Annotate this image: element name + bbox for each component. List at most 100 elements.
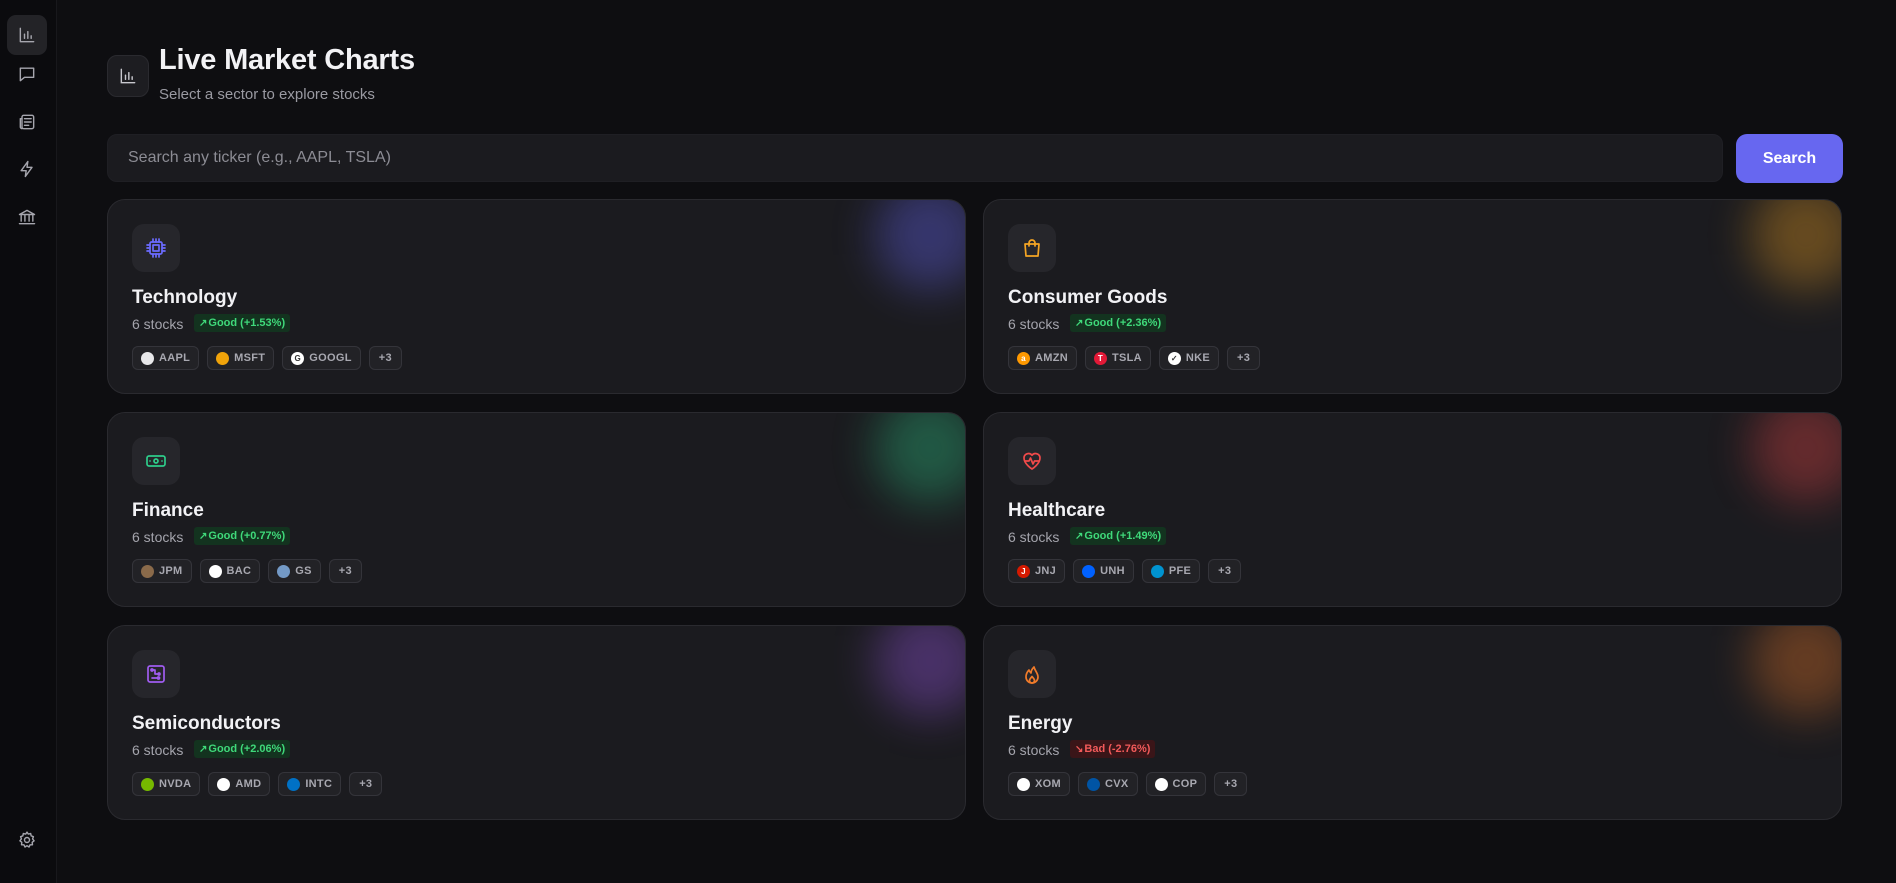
ticker-search-input[interactable] <box>107 134 1723 182</box>
nav-signals[interactable] <box>7 149 47 189</box>
stock-count: 6 stocks <box>1008 316 1060 332</box>
ticker-chip[interactable]: GS <box>268 559 321 583</box>
ticker-logo-icon <box>141 564 154 578</box>
ticker-chips: JPM BAC GS +3 <box>132 559 362 583</box>
status-text: Good (+2.36%) <box>1084 317 1162 329</box>
ticker-logo-icon <box>217 777 231 791</box>
sector-icon-box <box>1008 224 1056 272</box>
ticker-logo-icon <box>141 777 154 791</box>
status-text: Good (+2.06%) <box>208 743 286 755</box>
sector-icon-box <box>132 437 180 485</box>
nav-news[interactable] <box>7 102 47 142</box>
sector-card-semiconductors[interactable]: Semiconductors 6 stocks ↗Good (+2.06%) N… <box>107 625 966 820</box>
ticker-chip[interactable]: BAC <box>199 559 261 583</box>
more-tickers-chip[interactable]: +3 <box>368 346 402 370</box>
ticker-chip[interactable]: INTC <box>278 772 342 796</box>
page-subtitle: Select a sector to explore stocks <box>159 86 375 103</box>
bar-chart-icon <box>120 68 136 84</box>
ticker-chip[interactable]: PFE <box>1141 559 1201 583</box>
flame-icon <box>1025 666 1039 684</box>
ticker-symbol: AAPL <box>159 352 191 364</box>
sector-card-energy[interactable]: Energy 6 stocks ↘Bad (-2.76%) XOM CVX CO… <box>983 625 1842 820</box>
sector-icon-box <box>132 224 180 272</box>
sector-title: Semiconductors <box>132 713 281 734</box>
sector-card-technology[interactable]: Technology 6 stocks ↗Good (+1.53%) AAPL … <box>107 199 966 394</box>
more-tickers-chip[interactable]: +3 <box>349 772 383 796</box>
chat-icon <box>19 67 35 82</box>
sector-icon-box <box>1008 437 1056 485</box>
more-tickers-chip[interactable]: +3 <box>1208 559 1242 583</box>
ticker-chips: J JNJ UNH PFE +3 <box>1008 559 1242 583</box>
sector-card-consumer-goods[interactable]: Consumer Goods 6 stocks ↗Good (+2.36%) a… <box>983 199 1842 394</box>
ticker-chip[interactable]: UNH <box>1073 559 1134 583</box>
ticker-logo-icon: J <box>1017 564 1030 578</box>
ticker-logo-icon <box>141 351 154 365</box>
nav-banks[interactable] <box>7 197 47 237</box>
lightning-icon <box>20 160 33 178</box>
ticker-chip[interactable]: COP <box>1145 772 1207 796</box>
sector-title: Healthcare <box>1008 500 1106 521</box>
ticker-chip[interactable]: CVX <box>1077 772 1138 796</box>
trend-up-icon: ↗ <box>1075 531 1084 542</box>
nav-settings[interactable] <box>7 820 47 860</box>
status-badge: ↗Good (+1.49%) <box>1070 527 1167 545</box>
search-button[interactable]: Search <box>1736 134 1843 183</box>
gear-icon <box>19 831 35 848</box>
ticker-logo-icon <box>1082 564 1096 578</box>
sector-card-finance[interactable]: Finance 6 stocks ↗Good (+0.77%) JPM BAC … <box>107 412 966 607</box>
card-glow <box>1751 200 1841 290</box>
status-badge: ↗Good (+2.36%) <box>1070 314 1167 332</box>
ticker-symbol: UNH <box>1100 565 1125 577</box>
ticker-logo-icon: a <box>1017 351 1030 365</box>
card-glow <box>875 200 965 290</box>
ticker-symbol: JNJ <box>1035 565 1057 577</box>
ticker-logo-icon: T <box>1093 351 1107 365</box>
ticker-chip[interactable]: JPM <box>132 559 192 583</box>
bank-icon <box>18 209 36 225</box>
status-badge: ↗Good (+2.06%) <box>194 740 291 758</box>
ticker-chip[interactable]: ✓ NKE <box>1158 346 1220 370</box>
ticker-chip[interactable]: G GOOGL <box>282 346 361 370</box>
ticker-chip[interactable]: J JNJ <box>1008 559 1066 583</box>
trend-up-icon: ↗ <box>1075 318 1084 329</box>
ticker-symbol: NVDA <box>159 778 192 790</box>
ticker-chip[interactable]: AMD <box>208 772 271 796</box>
card-glow <box>875 413 965 503</box>
ticker-chip[interactable]: XOM <box>1008 772 1070 796</box>
banknote-icon <box>146 455 166 467</box>
status-text: Good (+0.77%) <box>208 530 286 542</box>
ticker-logo-icon <box>208 564 222 578</box>
card-glow <box>875 626 965 716</box>
ticker-symbol: JPM <box>159 565 183 577</box>
ticker-symbol: XOM <box>1035 778 1061 790</box>
nav-chat[interactable] <box>7 54 47 94</box>
ticker-logo-icon: ✓ <box>1167 351 1181 365</box>
page-title: Live Market Charts <box>159 44 415 76</box>
status-text: Good (+1.53%) <box>208 317 286 329</box>
cpu-chip-icon <box>146 238 166 258</box>
ticker-symbol: CVX <box>1104 778 1129 790</box>
more-tickers-chip[interactable]: +3 <box>1227 346 1261 370</box>
more-tickers-chip[interactable]: +3 <box>328 559 362 583</box>
nav-charts[interactable] <box>7 15 47 55</box>
ticker-symbol: GOOGL <box>309 352 352 364</box>
status-text: Bad (-2.76%) <box>1084 743 1151 755</box>
sector-card-healthcare[interactable]: Healthcare 6 stocks ↗Good (+1.49%) J JNJ… <box>983 412 1842 607</box>
ticker-symbol: GS <box>295 565 312 577</box>
ticker-chip[interactable]: NVDA <box>132 772 201 796</box>
ticker-symbol: NKE <box>1185 352 1211 364</box>
more-tickers-chip[interactable]: +3 <box>1214 772 1248 796</box>
ticker-logo-icon <box>1086 777 1100 791</box>
ticker-chip[interactable]: AAPL <box>132 346 200 370</box>
sector-title: Technology <box>132 287 238 308</box>
card-glow <box>1751 626 1841 716</box>
ticker-chip[interactable]: a AMZN <box>1008 346 1077 370</box>
sector-title: Energy <box>1008 713 1073 734</box>
stock-count: 6 stocks <box>1008 529 1060 545</box>
status-text: Good (+1.49%) <box>1084 530 1162 542</box>
ticker-chip[interactable]: T TSLA <box>1084 346 1151 370</box>
header-chart-icon-box <box>107 55 149 97</box>
status-badge: ↗Good (+1.53%) <box>194 314 291 332</box>
heart-pulse-icon <box>1023 452 1041 470</box>
ticker-chip[interactable]: MSFT <box>207 346 275 370</box>
